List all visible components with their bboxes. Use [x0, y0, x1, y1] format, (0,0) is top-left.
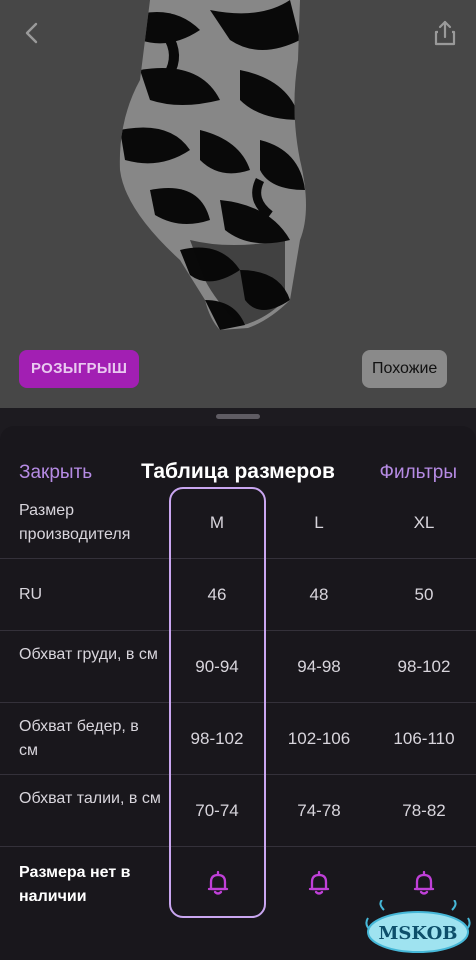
table-cell: 90-94 — [195, 657, 239, 676]
table-header-row: Размер производителя M L XL — [0, 487, 476, 559]
drag-handle[interactable] — [216, 414, 260, 419]
table-cell: 78-82 — [402, 801, 446, 820]
watermark-logo: MSKOB — [365, 900, 471, 953]
table-cell: 106-110 — [393, 729, 455, 748]
size-header-m[interactable]: M — [167, 513, 267, 533]
share-icon[interactable] — [430, 18, 460, 48]
bell-icon[interactable] — [204, 869, 232, 897]
watermark-text: MSKOB — [379, 923, 458, 944]
product-image-area[interactable]: РОЗЫГРЫШ Похожие — [0, 0, 476, 408]
bell-icon[interactable] — [410, 869, 438, 897]
chevron-left-icon[interactable] — [18, 18, 48, 48]
table-row: Обхват бедер, в см 98-102 102-106 106-11… — [0, 703, 476, 775]
table-cell: 70-74 — [195, 801, 239, 820]
dim-overlay — [0, 0, 476, 408]
table-cell: 74-78 — [297, 801, 341, 820]
manufacturer-size-label: Размер производителя — [19, 502, 131, 543]
size-header-l[interactable]: L — [269, 513, 369, 533]
table-cell: 98-102 — [397, 657, 451, 676]
table-row: Обхват талии, в см 70-74 74-78 78-82 — [0, 775, 476, 847]
filters-button[interactable]: Фильтры — [380, 462, 457, 484]
row-label: RU — [19, 586, 43, 603]
bell-icon[interactable] — [305, 869, 333, 897]
table-row: RU 46 48 50 — [0, 559, 476, 631]
table-cell: 48 — [309, 585, 329, 604]
table-cell: 50 — [414, 585, 434, 604]
table-row: Обхват груди, в см 90-94 94-98 98-102 — [0, 631, 476, 703]
row-label: Обхват талии, в см — [19, 790, 161, 807]
table-cell: 46 — [207, 585, 227, 604]
similar-button[interactable]: Похожие — [362, 350, 448, 388]
table-cell: 94-98 — [297, 657, 341, 676]
availability-label: Размера нет в наличии — [19, 864, 131, 905]
table-cell: 98-102 — [190, 729, 244, 748]
size-header-xl[interactable]: XL — [374, 513, 474, 533]
table-cell: 102-106 — [287, 729, 351, 748]
row-label: Обхват груди, в см — [19, 646, 158, 663]
raffle-badge[interactable]: РОЗЫГРЫШ — [19, 350, 140, 388]
sheet-header: Закрыть Таблица размеров Фильтры — [0, 444, 476, 488]
row-label: Обхват бедер, в см — [19, 718, 139, 759]
